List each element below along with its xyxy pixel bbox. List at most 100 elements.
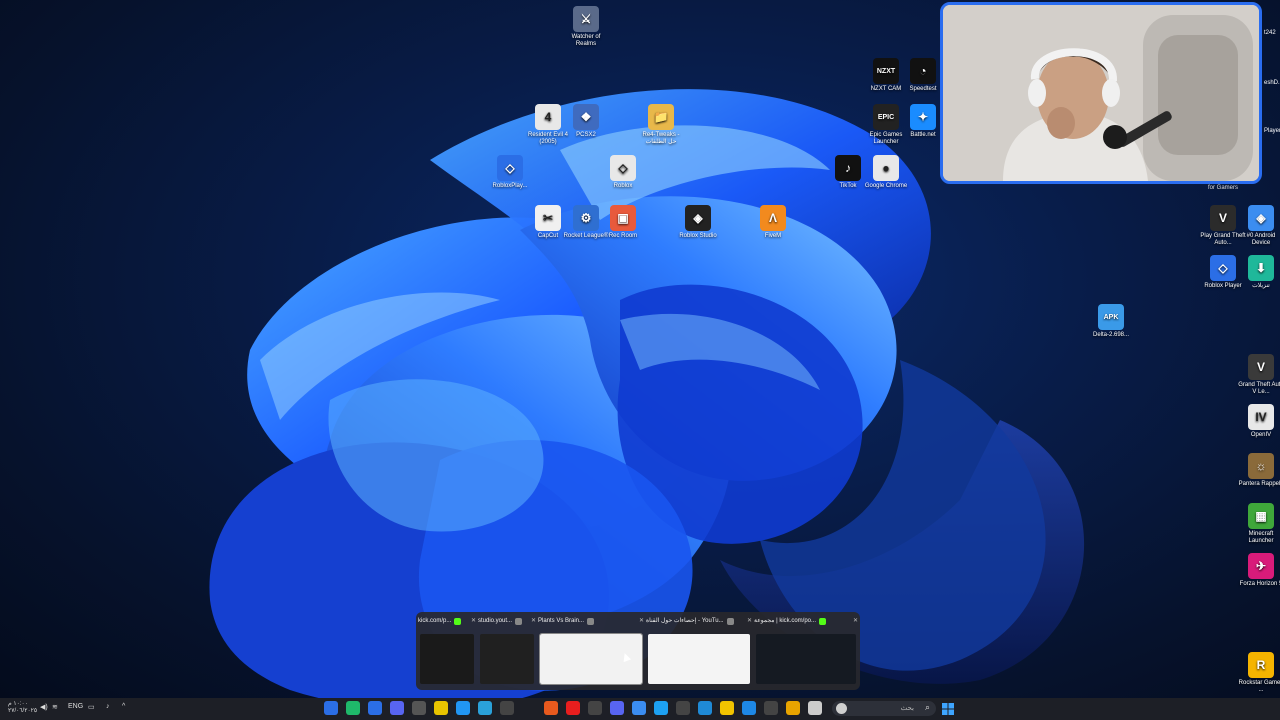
desktop-icon-label: #0 Android Device bbox=[1246, 233, 1276, 246]
close-icon[interactable]: ✕ bbox=[747, 616, 752, 626]
taskbar-app-icon[interactable] bbox=[654, 701, 668, 715]
taskbar-search-box[interactable]: ⌕ بحث bbox=[832, 701, 936, 716]
taskbar-app-icon[interactable] bbox=[720, 701, 734, 715]
window-thumbnail bbox=[648, 634, 750, 684]
clipped-icon-label: eshD... bbox=[1264, 80, 1280, 86]
search-placeholder: بحث bbox=[900, 705, 914, 712]
app-icon: ⚔ bbox=[573, 6, 599, 32]
desktop-icon[interactable]: ◈ Roblox Studio bbox=[675, 205, 721, 240]
desktop: ⚔ Watcher of Realms NZXT NZXT CAM ◔ Speedtest… bbox=[0, 0, 1280, 698]
window-thumbnail bbox=[420, 634, 474, 684]
taskbar-app-icon[interactable] bbox=[742, 701, 756, 715]
taskbar-app-icon[interactable] bbox=[786, 701, 800, 715]
app-icon: NZXT bbox=[873, 58, 899, 84]
taskbar-app-icon[interactable] bbox=[808, 701, 822, 715]
window-preview[interactable]: إحصاءات حول القناة - YouTu... ✕ bbox=[646, 616, 752, 686]
desktop-icon-label: RobloxPlay... bbox=[492, 183, 528, 189]
close-icon[interactable]: ✕ bbox=[531, 616, 536, 626]
taskbar-app-icon[interactable] bbox=[566, 701, 580, 715]
windows-logo-icon bbox=[942, 703, 954, 715]
taskbar-app-icon[interactable] bbox=[478, 701, 492, 715]
desktop-icon[interactable]: ✈ Forza Horizon 5 bbox=[1238, 553, 1280, 588]
desktop-icon[interactable]: ⚔ Watcher of Realms bbox=[563, 6, 609, 48]
taskbar-app-icon[interactable] bbox=[676, 701, 690, 715]
window-preview[interactable]: kick.com/p... ✕ bbox=[418, 616, 476, 686]
app-icon: V bbox=[1248, 354, 1274, 380]
clock-date[interactable]: ٢٧/٠٦/٢٠٢٥ bbox=[8, 708, 37, 715]
taskbar-app-icon[interactable] bbox=[368, 701, 382, 715]
desktop-icon[interactable]: APK Delta-2.698... bbox=[1088, 304, 1134, 339]
app-icon: ▣ bbox=[610, 205, 636, 231]
volume-icon[interactable]: ◀) bbox=[40, 703, 48, 711]
window-preview[interactable]: studio.yout... ✕ bbox=[478, 616, 536, 686]
desktop-icon-label: Google Chrome bbox=[864, 183, 908, 189]
desktop-icon[interactable]: ● Google Chrome bbox=[863, 155, 909, 190]
webcam-caption: for Gamers bbox=[1208, 185, 1239, 191]
desktop-icon-label: Re4-Tweaks - حل الطلقات bbox=[642, 132, 680, 145]
search-icon: ⌕ bbox=[924, 702, 930, 712]
taskbar-app-icon[interactable] bbox=[610, 701, 624, 715]
desktop-icon[interactable]: ◇ RobloxPlay... bbox=[487, 155, 533, 190]
mic-icon[interactable]: ♪ bbox=[106, 703, 110, 710]
app-icon: ◇ bbox=[497, 155, 523, 181]
microphone-icon[interactable]: ▭ bbox=[88, 703, 95, 711]
taskbar-app-icon[interactable] bbox=[390, 701, 404, 715]
desktop-icon[interactable]: ◇ Roblox bbox=[600, 155, 646, 190]
desktop-icon[interactable]: ⬇ تنزيلات bbox=[1238, 255, 1280, 290]
taskbar-app-icon[interactable] bbox=[456, 701, 470, 715]
app-icon: ◇ bbox=[610, 155, 636, 181]
window-preview-title: مجموعة | kick.com/po... bbox=[754, 618, 817, 624]
desktop-icon[interactable]: R Rockstar Games ... bbox=[1238, 652, 1280, 694]
close-icon[interactable]: ✕ bbox=[471, 616, 476, 626]
taskbar-app-icon[interactable] bbox=[412, 701, 426, 715]
desktop-icon-label: تنزيلات bbox=[1252, 283, 1270, 289]
taskbar-app-icon[interactable] bbox=[434, 701, 448, 715]
desktop-icon-label: FiveM bbox=[764, 233, 782, 239]
desktop-icon-label: Rec Room bbox=[608, 233, 638, 239]
wifi-icon[interactable]: ≋ bbox=[52, 703, 58, 711]
app-icon: EPIC bbox=[873, 104, 899, 130]
app-icon: ● bbox=[873, 155, 899, 181]
chevron-up-icon[interactable]: ^ bbox=[122, 703, 125, 710]
desktop-icon-label: Roblox Studio bbox=[679, 233, 717, 239]
desktop-icon[interactable]: 📁 Re4-Tweaks - حل الطلقات bbox=[638, 104, 684, 146]
desktop-icon[interactable]: Λ FiveM bbox=[750, 205, 796, 240]
taskbar-app-icon[interactable] bbox=[698, 701, 712, 715]
taskbar-app-icon[interactable] bbox=[632, 701, 646, 715]
desktop-icon[interactable]: ▣ Rec Room bbox=[600, 205, 646, 240]
window-preview-title: إحصاءات حول القناة - YouTu... bbox=[646, 618, 724, 624]
taskbar-window-previews[interactable]: kick.com/p... ✕ studio.yout... ✕ Plants Vs B… bbox=[416, 612, 860, 690]
taskbar: ١٠:٠٠ م ٢٧/٠٦/٢٠٢٥ ◀) ≋ ENG ▭ ♪ ^ ⌕ بحث bbox=[0, 698, 1280, 720]
taskbar-app-icon[interactable] bbox=[324, 701, 338, 715]
taskbar-app-icon[interactable] bbox=[500, 701, 514, 715]
desktop-icon-label: Pantera Rappelz bbox=[1238, 481, 1280, 487]
start-button[interactable] bbox=[942, 702, 954, 715]
app-icon: APK bbox=[1098, 304, 1124, 330]
language-indicator[interactable]: ENG bbox=[68, 703, 83, 710]
app-icon: 📁 bbox=[648, 104, 674, 130]
desktop-icon[interactable]: V Grand Theft Auto V Le... bbox=[1238, 354, 1280, 396]
desktop-icon[interactable]: ▦ Minecraft Launcher bbox=[1238, 503, 1280, 545]
taskbar-app-icon[interactable] bbox=[346, 701, 360, 715]
app-icon: ⚙ bbox=[573, 205, 599, 231]
desktop-icon[interactable]: ❖ PCSX2 bbox=[563, 104, 609, 139]
app-icon: ⬇ bbox=[1248, 255, 1274, 281]
app-icon: ✈ bbox=[1248, 553, 1274, 579]
window-preview[interactable]: مجموعة | kick.com/po... ✕ bbox=[754, 616, 858, 686]
taskbar-app-icon[interactable] bbox=[588, 701, 602, 715]
app-icon: 4 bbox=[535, 104, 561, 130]
desktop-icon-label: Rockstar Games ... bbox=[1238, 680, 1280, 693]
app-icon: ❖ bbox=[573, 104, 599, 130]
close-icon[interactable]: ✕ bbox=[853, 616, 858, 626]
close-icon[interactable]: ✕ bbox=[639, 616, 644, 626]
clock-time[interactable]: ١٠:٠٠ م bbox=[8, 701, 37, 708]
app-icon: ♪ bbox=[835, 155, 861, 181]
desktop-icon[interactable]: ☼ Pantera Rappelz bbox=[1238, 453, 1280, 488]
taskbar-app-icon[interactable] bbox=[764, 701, 778, 715]
app-icon: ◈ bbox=[685, 205, 711, 231]
app-icon: ✦ bbox=[910, 104, 936, 130]
site-favicon-icon bbox=[515, 617, 523, 625]
taskbar-app-icon[interactable] bbox=[544, 701, 558, 715]
desktop-icon[interactable]: IV OpenIV bbox=[1238, 404, 1280, 439]
desktop-icon[interactable]: ◈ #0 Android Device bbox=[1238, 205, 1280, 247]
